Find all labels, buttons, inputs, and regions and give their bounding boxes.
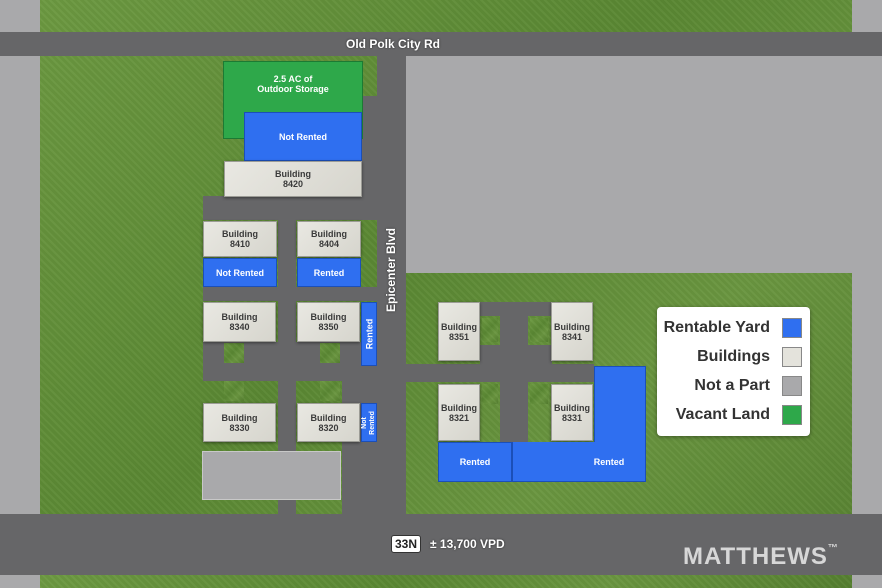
west-drive-row4: [203, 363, 378, 381]
building-8404[interactable]: Building 8404: [297, 221, 361, 257]
west-grass-patch-1: [224, 343, 244, 363]
not-a-part-northeast: [406, 56, 882, 273]
west-drive-north: [362, 96, 378, 196]
legend-swatch-vacant-land: [782, 405, 802, 425]
building-8404-label: Building 8404: [311, 229, 347, 249]
legend-row-not-a-part: Not a Part: [694, 375, 802, 397]
yard-8350[interactable]: Rented: [361, 302, 377, 366]
brand-name: MATTHEWS: [683, 543, 828, 570]
legend-row-rentable-yard: Rentable Yard: [664, 317, 802, 339]
highway-33n-shield: 33N: [391, 535, 422, 553]
brand-trademark: ™: [827, 543, 839, 554]
yard-8410-label: Not Rented: [216, 267, 264, 278]
yard-8321[interactable]: Rented: [438, 442, 512, 482]
legend-swatch-not-a-part: [782, 376, 802, 396]
building-8321-label: Building 8321: [441, 402, 477, 423]
storage-label: 2.5 AC of Outdoor Storage: [257, 74, 329, 94]
not-a-part-top-right: [852, 0, 882, 32]
yard-8320-label: Not Rented: [361, 410, 377, 435]
building-8420-label: Building 8420: [275, 169, 311, 189]
building-8340[interactable]: Building 8340: [203, 302, 276, 342]
building-8350[interactable]: Building 8350: [297, 302, 360, 342]
building-8351-label: Building 8351: [441, 321, 477, 342]
yard-8331[interactable]: Rented: [512, 366, 646, 482]
west-drive-bottom: [342, 381, 378, 521]
building-8420[interactable]: Building 8420: [224, 161, 362, 197]
yard-8320[interactable]: Not Rented: [361, 403, 377, 442]
building-8410[interactable]: Building 8410: [203, 221, 277, 257]
legend-label-buildings: Buildings: [697, 348, 770, 365]
epicenter-blvd-label: Epicenter Blvd: [384, 227, 398, 313]
matthews-logo: MATTHEWS™: [683, 543, 839, 571]
east-grass-patch-3: [482, 384, 498, 404]
yard-8404-label: Rented: [313, 267, 345, 278]
not-a-part-bottom-right: [852, 575, 882, 588]
building-8320[interactable]: Building 8320: [297, 403, 360, 442]
building-8341[interactable]: Building 8341: [551, 302, 593, 361]
not-a-part-bottom-left: [0, 575, 40, 588]
grass-bottom: [40, 575, 852, 588]
old-polk-city-rd-label: Old Polk City Rd: [346, 37, 441, 51]
west-drive-main: [203, 196, 378, 220]
not-a-part-left-strip: [0, 56, 40, 514]
building-8340-label: Building 8340: [221, 312, 258, 332]
yard-8331-horizontal: Rented: [512, 442, 646, 482]
east-drive-top: [480, 302, 552, 316]
building-8341-label: Building 8341: [554, 321, 590, 342]
yard-8404[interactable]: Rented: [297, 258, 361, 287]
yard-8420[interactable]: Not Rented: [244, 112, 362, 161]
building-8410-label: Building 8410: [222, 229, 258, 249]
building-8330[interactable]: Building 8330: [203, 403, 276, 442]
west-grass-patch-4: [320, 381, 340, 401]
not-a-part-lot: [202, 451, 341, 500]
yard-8410[interactable]: Not Rented: [203, 258, 277, 287]
west-grass-patch-3: [224, 381, 244, 401]
east-grass-patch-1: [482, 318, 498, 342]
not-a-part-right-strip: [852, 272, 882, 514]
building-8321[interactable]: Building 8321: [438, 384, 480, 441]
legend-label-rentable-yard: Rentable Yard: [663, 319, 770, 336]
yard-8420-label: Not Rented: [279, 131, 327, 142]
west-grass-patch-2: [320, 343, 340, 363]
traffic-count-label: ± 13,700 VPD: [430, 537, 505, 551]
legend-row-buildings: Buildings: [697, 346, 802, 368]
legend-label-vacant-land: Vacant Land: [675, 406, 770, 423]
east-grass-patch-2: [530, 318, 548, 342]
old-polk-city-rd: [0, 32, 882, 56]
building-8350-label: Building 8350: [310, 312, 347, 332]
legend-row-vacant-land: Vacant Land: [676, 404, 802, 426]
legend-swatch-rentable-yard: [782, 318, 802, 338]
legend-swatch-buildings: [782, 347, 802, 367]
building-8351[interactable]: Building 8351: [438, 302, 480, 361]
not-a-part-top-left: [0, 0, 40, 32]
building-8320-label: Building 8320: [310, 412, 347, 433]
yard-8350-label: Rented: [364, 318, 375, 350]
west-drive-row2: [203, 287, 378, 301]
yard-8331-label: Rented: [593, 456, 625, 467]
map-legend: Rentable Yard Buildings Not a Part Vacan…: [657, 307, 810, 436]
legend-label-not-a-part: Not a Part: [694, 377, 770, 394]
building-8330-label: Building 8330: [221, 412, 258, 433]
yard-8321-label: Rented: [459, 457, 491, 467]
